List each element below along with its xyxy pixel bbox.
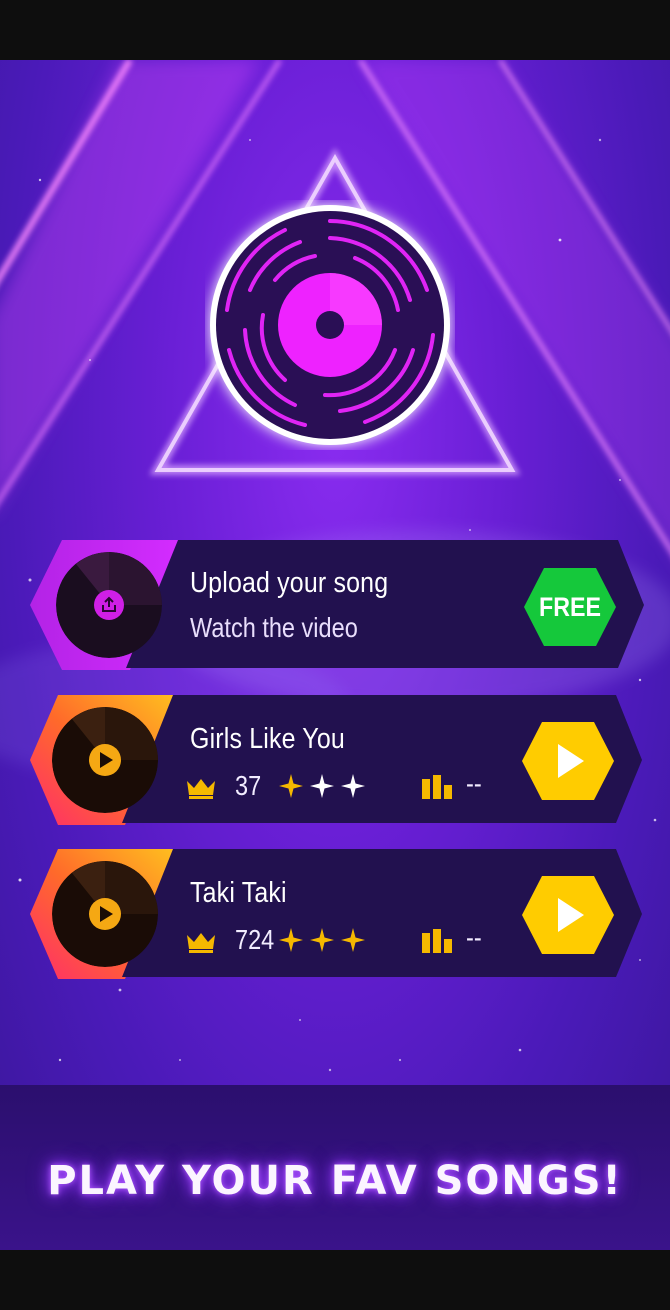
crown-icon <box>186 931 216 958</box>
rank-value: -- <box>466 922 482 953</box>
song-thumbnail <box>52 861 158 967</box>
vinyl-disc-icon[interactable] <box>205 200 455 450</box>
crown-count: 37 <box>235 770 262 801</box>
song-title: Girls Like You <box>190 723 345 755</box>
play-button[interactable] <box>520 720 616 802</box>
status-bar <box>0 0 670 60</box>
star-rating <box>279 927 365 958</box>
song-thumbnail <box>52 707 158 813</box>
leaderboard-icon <box>422 775 456 804</box>
upload-song-card[interactable]: Upload your song Watch the video FREE <box>30 540 645 670</box>
song-card-girls-like-you[interactable]: Girls Like You 37 -- <box>30 695 645 825</box>
rank-value: -- <box>466 768 482 799</box>
leaderboard-icon <box>422 929 456 958</box>
free-button-label: FREE <box>539 592 601 622</box>
crown-icon <box>186 777 216 804</box>
star-rating <box>279 773 365 804</box>
promo-banner-text: PLAY YOUR FAV SONGS! <box>47 1158 623 1204</box>
play-button[interactable] <box>520 874 616 956</box>
free-button[interactable]: FREE <box>522 566 618 648</box>
upload-card-title: Upload your song <box>190 567 389 599</box>
crown-count: 724 <box>235 924 275 955</box>
navigation-bar <box>0 1250 670 1310</box>
upload-icon <box>99 595 119 620</box>
song-card-taki-taki[interactable]: Taki Taki 724 -- <box>30 849 645 979</box>
upload-card-subtitle: Watch the video <box>190 612 358 643</box>
song-title: Taki Taki <box>190 877 287 909</box>
game-stage: Upload your song Watch the video FREE Gi… <box>0 60 670 1250</box>
